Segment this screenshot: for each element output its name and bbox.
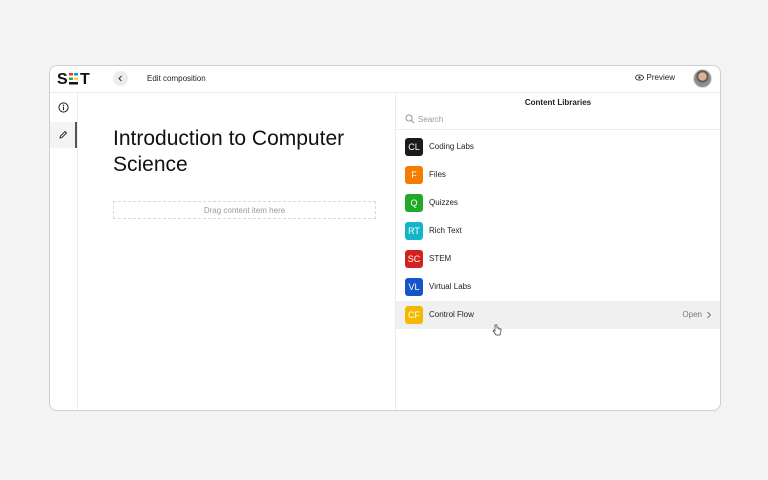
library-item-rich-text[interactable]: RT Rich Text — [396, 217, 720, 245]
library-badge: SC — [405, 250, 423, 268]
content-libraries-panel: Content Libraries CL Coding Labs F Files… — [395, 92, 720, 410]
app-window: S T Edit composition Preview Introductio… — [49, 65, 721, 411]
dropzone[interactable]: Drag content item here — [113, 201, 376, 219]
rail-edit-button[interactable] — [50, 122, 77, 148]
library-item-control-flow[interactable]: CF Control Flow Open — [396, 301, 720, 329]
library-item-quizzes[interactable]: Q Quizzes — [396, 189, 720, 217]
library-label: Control Flow — [429, 310, 474, 319]
library-badge: CF — [405, 306, 423, 324]
library-label: Coding Labs — [429, 142, 474, 151]
library-label: Virtual Labs — [429, 282, 472, 291]
svg-text:T: T — [80, 71, 90, 87]
library-item-coding-labs[interactable]: CL Coding Labs — [396, 133, 720, 161]
editor-canvas: Introduction to Computer Science Drag co… — [78, 92, 395, 410]
document-title[interactable]: Introduction to Computer Science — [113, 126, 383, 178]
library-item-virtual-labs[interactable]: VL Virtual Labs — [396, 273, 720, 301]
open-library-button[interactable]: Open — [682, 310, 712, 319]
dropzone-text: Drag content item here — [203, 205, 286, 215]
libraries-title: Content Libraries — [524, 98, 592, 107]
preview-label: Preview — [646, 73, 675, 82]
open-label: Open — [682, 310, 702, 319]
library-label: STEM — [429, 254, 452, 263]
page-title: Edit composition — [147, 74, 206, 83]
library-item-files[interactable]: F Files — [396, 161, 720, 189]
chevron-left-icon — [118, 75, 122, 82]
library-badge: F — [405, 166, 423, 184]
library-label: Rich Text — [429, 226, 462, 235]
search-icon — [405, 114, 415, 124]
search-input[interactable] — [418, 112, 618, 126]
library-item-stem[interactable]: SC STEM — [396, 245, 720, 273]
library-badge: Q — [405, 194, 423, 212]
library-badge: VL — [405, 278, 423, 296]
chevron-right-icon — [707, 311, 712, 318]
eye-icon — [634, 74, 644, 81]
library-badge: RT — [405, 222, 423, 240]
hand-cursor-icon — [492, 324, 502, 336]
pencil-icon — [58, 130, 67, 139]
user-avatar[interactable] — [693, 69, 712, 88]
left-rail — [50, 92, 78, 410]
library-badge: CL — [405, 138, 423, 156]
info-icon — [58, 101, 69, 113]
library-label: Quizzes — [429, 198, 458, 207]
search-bar — [396, 109, 720, 130]
library-label: Files — [429, 170, 446, 179]
logo-icon: S T — [57, 71, 90, 88]
libraries-list: CL Coding Labs F Files Q Quizzes RT Rich… — [396, 133, 720, 329]
brand-logo[interactable]: S T — [57, 70, 95, 88]
top-bar: S T Edit composition Preview — [50, 66, 720, 93]
rail-info-button[interactable] — [50, 94, 77, 120]
back-button[interactable] — [113, 71, 128, 86]
preview-button[interactable]: Preview — [634, 73, 675, 82]
svg-text:S: S — [57, 71, 68, 87]
